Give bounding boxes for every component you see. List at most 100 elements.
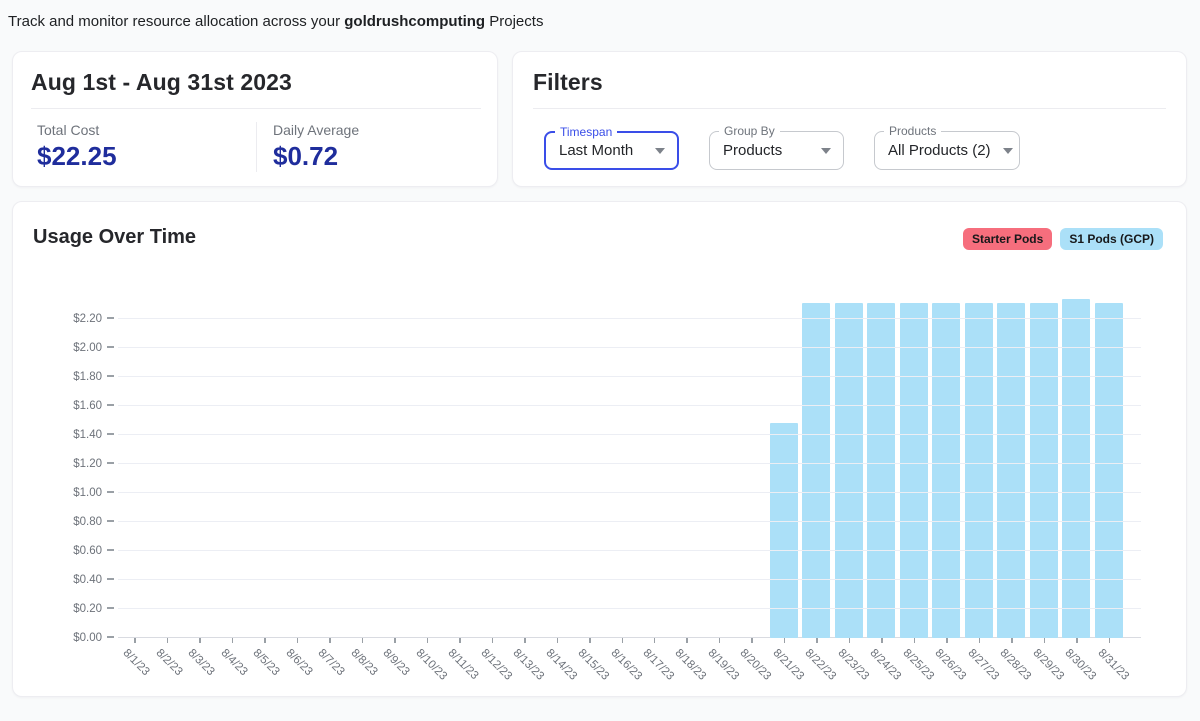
y-axis-tick (107, 520, 114, 522)
y-axis-tick-label: $1.60 (73, 400, 102, 412)
x-axis-tick (881, 638, 883, 643)
y-axis-tick (107, 375, 114, 377)
x-axis-tick-label: 8/16/23 (608, 647, 644, 683)
x-axis-tick (653, 638, 656, 643)
chart-bar[interactable] (867, 303, 896, 638)
x-axis-tick (231, 638, 234, 643)
summary-stats: Total Cost $22.25 Daily Average $0.72 (31, 122, 481, 172)
chart-bars-layer: 8/1/23 8/2/23 8/3/23 8/4/23 8/5/23 8/6/23 8/7/… (118, 291, 1131, 683)
chart-bar[interactable] (899, 303, 928, 638)
date-range-summary-card: Aug 1st - Aug 31st 2023 Total Cost $22.2… (12, 51, 498, 187)
x-axis-tick-label: 8/1/23 (120, 647, 152, 679)
daily-average-value: $0.72 (273, 141, 339, 171)
gridline (118, 521, 1141, 522)
daily-average-stat: Daily Average $0.72 (256, 122, 481, 172)
y-axis-tick-label: $1.00 (73, 487, 102, 499)
x-axis-tick-label: 8/2/23 (153, 647, 185, 679)
x-axis-tick (491, 638, 494, 643)
x-axis-tick-label: 8/15/23 (575, 647, 612, 683)
x-axis-tick (459, 638, 461, 643)
chart-bar[interactable] (997, 303, 1026, 638)
chart-bar[interactable] (834, 303, 863, 638)
x-axis-tick (848, 638, 851, 643)
y-axis-tick-label: $0.60 (73, 545, 102, 557)
gridline (118, 347, 1141, 348)
group-by-select[interactable]: Group By Products (709, 124, 844, 170)
x-axis-tick-label: 8/20/23 (737, 647, 774, 683)
x-axis-tick-label: 8/6/23 (283, 647, 315, 679)
x-axis-tick-label: 8/12/23 (478, 647, 514, 683)
y-axis-tick (107, 433, 114, 435)
x-axis-tick (783, 638, 786, 643)
x-axis-tick (361, 638, 364, 643)
chart-bar[interactable] (1029, 303, 1058, 638)
gridline (118, 434, 1141, 435)
x-axis-tick-label: 8/5/23 (250, 647, 282, 679)
y-axis-tick-label: $1.40 (73, 429, 102, 441)
x-axis-tick (1011, 638, 1013, 643)
total-cost-stat: Total Cost $22.25 (31, 122, 256, 172)
x-axis-tick-label: 8/23/23 (835, 647, 872, 683)
x-axis-tick-label: 8/8/23 (348, 647, 380, 679)
x-axis-tick-label: 8/30/23 (1062, 647, 1099, 683)
y-axis-tick-label: $2.00 (73, 342, 102, 354)
daily-average-label: Daily Average (273, 122, 360, 138)
chevron-down-icon (1002, 147, 1013, 154)
x-axis-tick-label: 8/31/23 (1095, 647, 1131, 683)
x-axis-tick-label: 8/3/23 (185, 647, 217, 679)
x-axis-tick-label: 8/9/23 (380, 647, 412, 679)
chart-bar[interactable] (802, 303, 831, 638)
usage-over-time-card: Usage Over Time Starter Pods S1 Pods (GCP… (12, 201, 1187, 697)
products-select[interactable]: Products All Products (2) (874, 124, 1020, 170)
legend-chip[interactable]: S1 Pods (GCP) (1060, 228, 1163, 250)
chart-bar[interactable] (769, 423, 798, 638)
x-axis-tick-label: 8/10/23 (413, 647, 449, 683)
chart-bar[interactable] (932, 303, 961, 638)
x-axis-tick-label: 8/22/23 (802, 647, 839, 683)
group-by-select-label: Group By (719, 124, 780, 138)
x-axis-tick-label: 8/18/23 (672, 647, 709, 683)
page-subtitle-prefix: Track and monitor resource allocation ac… (8, 13, 345, 30)
x-axis-tick (524, 638, 526, 643)
chart-legend: Starter Pods S1 Pods (GCP) (962, 228, 1163, 250)
x-axis-tick (134, 638, 136, 643)
chart-bar[interactable] (1094, 303, 1123, 638)
x-axis-tick-label: 8/28/23 (997, 647, 1034, 683)
x-axis-tick (296, 638, 299, 643)
x-axis-tick (816, 638, 818, 643)
x-axis-tick (978, 638, 981, 643)
total-cost-label: Total Cost (37, 122, 100, 138)
gridline (118, 492, 1141, 493)
x-axis-tick-label: 8/21/23 (770, 647, 807, 683)
y-axis-tick (107, 404, 114, 406)
legend-chip[interactable]: Starter Pods (962, 228, 1053, 250)
products-select-label: Products (884, 124, 942, 138)
gridline (118, 463, 1141, 464)
page-subtitle: Track and monitor resource allocation ac… (0, 0, 1200, 30)
x-axis-tick (556, 638, 559, 643)
y-axis-tick (107, 462, 114, 464)
gridline (118, 318, 1141, 319)
gridline (118, 579, 1141, 580)
x-axis-tick-label: 8/29/23 (1030, 647, 1066, 683)
y-axis-tick-label: $0.40 (73, 574, 102, 586)
x-axis-tick-label: 8/11/23 (445, 647, 481, 683)
timespan-select[interactable]: Timespan Last Month (544, 125, 679, 170)
y-axis-tick (107, 491, 114, 493)
x-axis-tick (329, 638, 331, 643)
x-axis-tick-label: 8/19/23 (705, 647, 742, 683)
y-axis-tick (107, 607, 114, 609)
x-axis-tick (751, 638, 753, 643)
x-axis-tick-label: 8/26/23 (932, 647, 969, 683)
x-axis-tick (913, 638, 916, 643)
gridline (118, 405, 1141, 406)
x-axis-tick (166, 638, 169, 643)
chart-bar[interactable] (964, 303, 993, 638)
y-axis-tick (107, 578, 114, 580)
x-axis-tick (589, 638, 591, 643)
chart-bar[interactable] (1062, 299, 1091, 638)
x-axis-tick (199, 638, 201, 643)
chevron-down-icon (821, 147, 831, 154)
y-axis-tick-label: $0.80 (73, 516, 102, 528)
x-axis-tick (686, 638, 688, 643)
